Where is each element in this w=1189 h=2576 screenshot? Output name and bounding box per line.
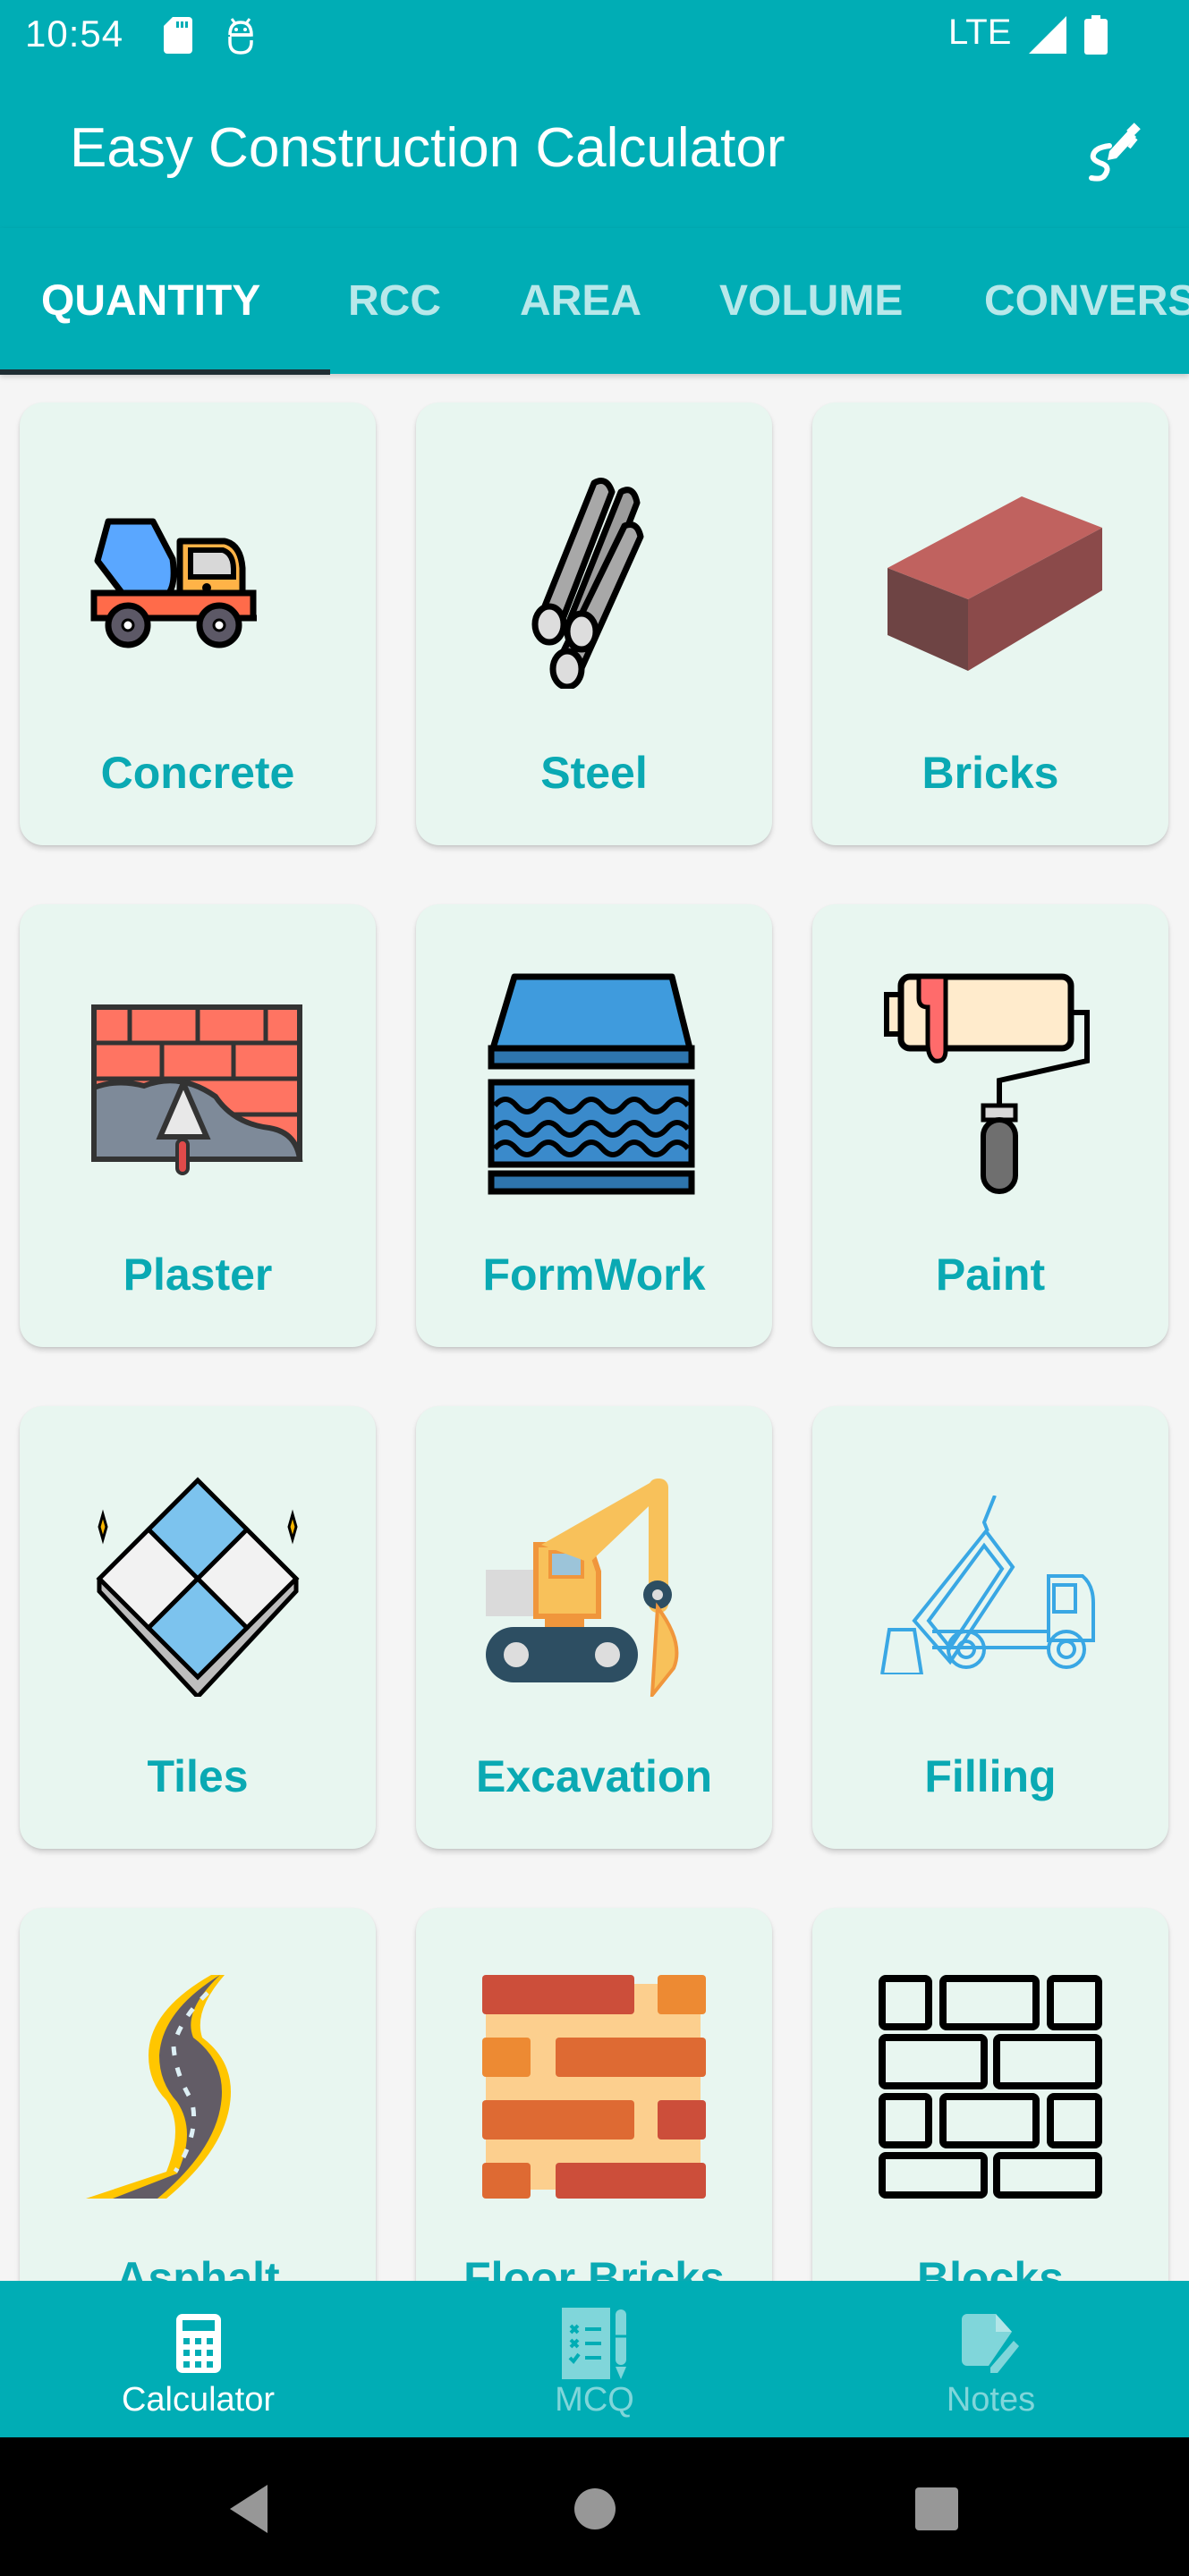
network-type: LTE — [948, 13, 1012, 52]
system-home-button[interactable] — [568, 2482, 622, 2536]
signal-icon — [1029, 16, 1066, 54]
card-label: Bricks — [921, 748, 1059, 798]
tab-area[interactable]: AREA — [520, 228, 641, 374]
home-circle-icon — [574, 2488, 616, 2529]
plaster-trowel-wall-icon — [91, 1004, 303, 1175]
signature-pen-icon — [1089, 123, 1141, 182]
card-label: Tiles — [147, 1751, 249, 1801]
tab-bar: QUANTITY RCC AREA VOLUME CONVERS — [0, 228, 1189, 374]
card-floor-bricks[interactable]: Floor Bricks — [416, 1908, 772, 2281]
tiles-icon — [96, 1477, 300, 1697]
sd-card-icon — [164, 17, 192, 54]
tab-volume[interactable]: VOLUME — [719, 228, 903, 374]
mcq-checklist-icon — [561, 2308, 626, 2379]
nav-label: Notes — [946, 2381, 1036, 2419]
nav-calculator[interactable]: Calculator — [0, 2281, 396, 2437]
card-label: Paint — [935, 1250, 1046, 1300]
android-debug-icon — [228, 18, 253, 55]
tab-indicator — [0, 369, 330, 375]
card-label: Concrete — [100, 748, 295, 798]
back-triangle-icon — [230, 2485, 268, 2533]
card-label: Asphalt — [115, 2253, 280, 2281]
nav-mcq[interactable]: MCQ — [396, 2281, 793, 2437]
notes-edit-icon — [961, 2314, 1019, 2373]
tab-quantity[interactable]: QUANTITY — [41, 228, 260, 374]
status-bar: 10:54 LTE — [0, 0, 1189, 72]
floor-bricks-icon — [482, 1975, 706, 2199]
card-filling[interactable]: Filling — [812, 1406, 1168, 1849]
card-concrete[interactable]: Concrete — [20, 402, 376, 845]
system-back-button[interactable] — [222, 2482, 276, 2536]
battery-icon — [1084, 15, 1108, 55]
card-formwork[interactable]: FormWork — [416, 904, 772, 1347]
asphalt-road-icon — [86, 1975, 231, 2199]
system-recents-button[interactable] — [910, 2482, 964, 2536]
nav-label: Calculator — [121, 2381, 276, 2419]
app-title: Easy Construction Calculator — [70, 117, 786, 179]
calculator-icon — [175, 2314, 221, 2373]
calculator-grid: Concrete Steel Bricks Plaster FormWork P… — [0, 374, 1189, 2281]
brick-icon — [888, 496, 1102, 671]
concrete-mixer-truck-icon — [90, 518, 257, 648]
tab-conversion[interactable]: CONVERS — [984, 228, 1189, 374]
card-paint[interactable]: Paint — [812, 904, 1168, 1347]
card-plaster[interactable]: Plaster — [20, 904, 376, 1347]
card-steel[interactable]: Steel — [416, 402, 772, 845]
card-label: Floor Bricks — [463, 2253, 725, 2281]
steel-bars-icon — [531, 478, 644, 689]
card-label: FormWork — [482, 1250, 706, 1300]
card-label: Plaster — [123, 1250, 273, 1300]
card-bricks[interactable]: Bricks — [812, 402, 1168, 845]
status-time: 10:54 — [25, 13, 124, 55]
excavator-icon — [486, 1479, 679, 1697]
card-asphalt[interactable]: Asphalt — [20, 1908, 376, 2281]
paint-roller-icon — [884, 973, 1090, 1194]
bottom-navigation: Calculator MCQ Notes — [0, 2281, 1189, 2437]
card-blocks[interactable]: Blocks — [812, 1908, 1168, 2281]
app-bar: Easy Construction Calculator — [0, 72, 1189, 228]
tab-rcc[interactable]: RCC — [348, 228, 441, 374]
blocks-icon — [879, 1975, 1102, 2199]
system-navigation-bar — [0, 2437, 1189, 2576]
nav-notes[interactable]: Notes — [793, 2281, 1189, 2437]
card-label: Steel — [540, 748, 648, 798]
card-excavation[interactable]: Excavation — [416, 1406, 772, 1849]
card-label: Blocks — [917, 2253, 1064, 2281]
signature-button[interactable] — [1065, 107, 1163, 197]
card-label: Excavation — [475, 1751, 712, 1801]
dump-truck-icon — [880, 1496, 1095, 1674]
nav-label: MCQ — [555, 2381, 634, 2419]
formwork-icon — [488, 973, 695, 1195]
recents-square-icon — [915, 2487, 958, 2530]
card-label: Filling — [924, 1751, 1057, 1801]
card-tiles[interactable]: Tiles — [20, 1406, 376, 1849]
